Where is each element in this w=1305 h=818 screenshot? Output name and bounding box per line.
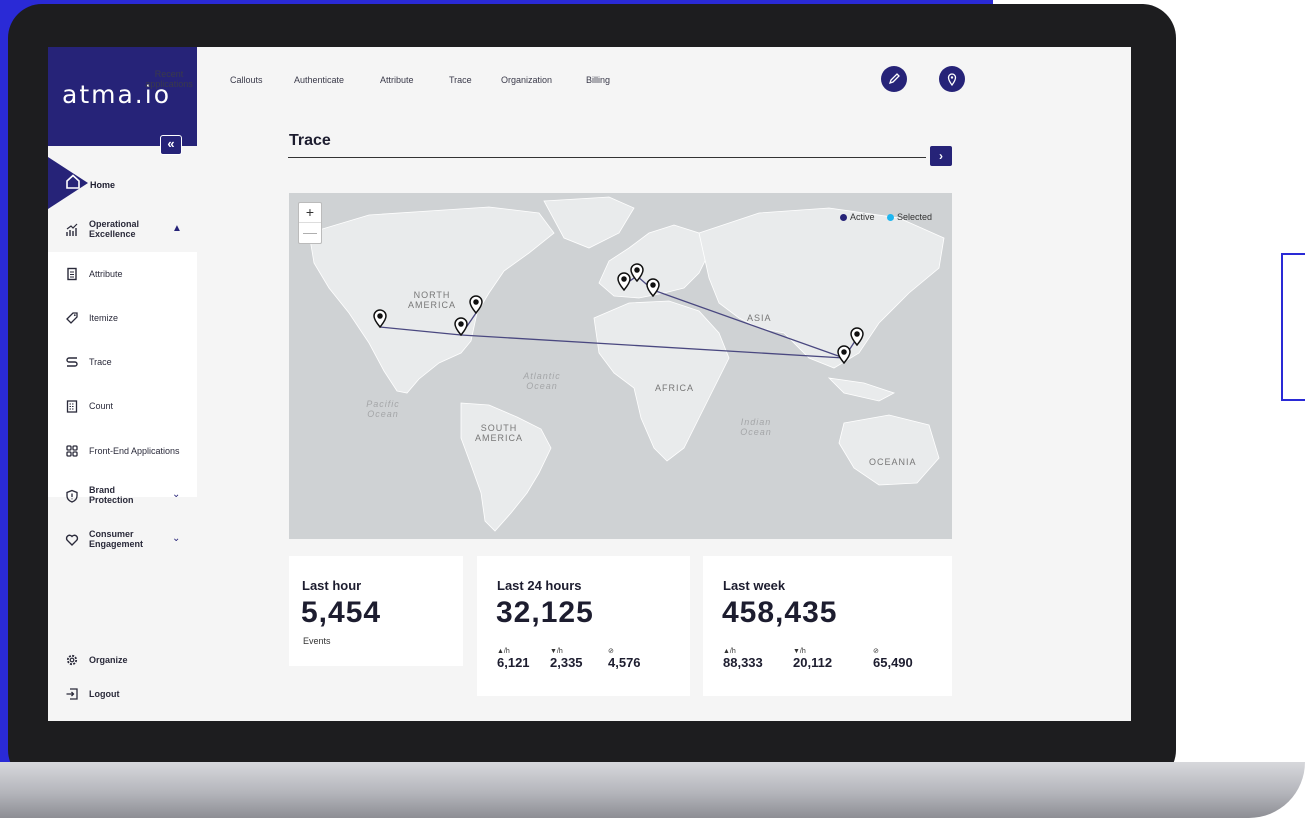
app-screen: atma.io « Home Operational Excellence ▲ … bbox=[48, 47, 1131, 721]
sidebar-item-label: Logout bbox=[89, 689, 120, 699]
topnav-recent-applications[interactable]: Recent applications bbox=[140, 69, 198, 89]
stat-period: Last 24 hours bbox=[497, 578, 582, 593]
world-map bbox=[308, 196, 945, 532]
sidebar-item-attribute[interactable]: Attribute bbox=[48, 263, 197, 285]
down-value: 2,335 bbox=[550, 655, 583, 670]
chevron-down-icon: ⌄ bbox=[172, 533, 181, 544]
logout-icon bbox=[66, 688, 78, 700]
stat-up: ▲/h 88,333 bbox=[723, 648, 763, 670]
edit-button[interactable] bbox=[881, 66, 907, 92]
stat-average: ⊘ 65,490 bbox=[873, 648, 913, 670]
decorative-outline bbox=[1281, 253, 1305, 401]
chart-growth-icon bbox=[66, 223, 78, 236]
next-button[interactable]: › bbox=[930, 146, 952, 166]
title-divider bbox=[288, 157, 926, 158]
chevron-up-icon: ▲ bbox=[172, 223, 182, 234]
sidebar-item-front-end-applications[interactable]: Front-End Applications bbox=[48, 440, 197, 462]
apps-icon bbox=[66, 445, 78, 457]
sidebar-item-itemize[interactable]: Itemize bbox=[48, 307, 197, 329]
stat-period: Last hour bbox=[302, 578, 362, 593]
up-value: 6,121 bbox=[497, 655, 530, 670]
home-icon bbox=[66, 174, 80, 189]
sidebar-item-consumer-engagement[interactable]: Consumer Engagement ⌄ bbox=[48, 529, 197, 551]
label-south-america: SOUTH AMERICA bbox=[474, 423, 523, 443]
map-legend: Active Selected bbox=[830, 212, 932, 222]
stat-card-last-24-hours: Last 24 hours 32,125 ▲/h 6,121 ▼/h 2,335… bbox=[477, 556, 690, 696]
count-icon bbox=[66, 400, 78, 413]
stat-down: ▼/h 2,335 bbox=[550, 648, 583, 670]
brand-header: atma.io bbox=[48, 47, 197, 146]
topnav-trace[interactable]: Trace bbox=[449, 75, 472, 85]
topnav-attribute[interactable]: Attribute bbox=[380, 75, 414, 85]
tag-icon bbox=[66, 312, 78, 324]
selected-dot-icon bbox=[886, 214, 894, 222]
trace-icon bbox=[66, 357, 78, 367]
zoom-in-button[interactable]: + bbox=[299, 203, 321, 222]
stat-unit: Events bbox=[303, 636, 331, 646]
chevron-down-icon: ⌄ bbox=[172, 489, 181, 500]
stat-value: 458,435 bbox=[722, 596, 838, 629]
down-value: 20,112 bbox=[793, 655, 833, 670]
sidebar-item-trace[interactable]: Trace bbox=[48, 351, 197, 373]
zoom-control: + — bbox=[298, 202, 322, 244]
label-north-america: NORTH AMERICA bbox=[407, 290, 456, 310]
stat-card-last-hour: Last hour 5,454 Events bbox=[289, 556, 463, 666]
sidebar: atma.io « Home Operational Excellence ▲ … bbox=[48, 47, 197, 721]
topnav-authenticate[interactable]: Authenticate bbox=[294, 75, 344, 85]
sidebar-item-label: Attribute bbox=[89, 269, 123, 279]
sidebar-item-label: Front-End Applications bbox=[89, 446, 180, 456]
trace-map[interactable]: + — Active Selected NORTH AMERICA SOUTH … bbox=[289, 193, 952, 539]
label-indian-ocean: Indian Ocean bbox=[740, 417, 772, 437]
collapse-sidebar-button[interactable]: « bbox=[160, 135, 182, 155]
average-value: 4,576 bbox=[608, 655, 641, 670]
sidebar-item-operational-excellence[interactable]: Operational Excellence ▲ bbox=[48, 219, 197, 241]
stat-card-last-week: Last week 458,435 ▲/h 88,333 ▼/h 20,112 … bbox=[703, 556, 952, 696]
stat-up: ▲/h 6,121 bbox=[497, 648, 530, 670]
sidebar-item-label: Count bbox=[89, 401, 114, 411]
map-pin-icon bbox=[947, 73, 957, 86]
sidebar-item-label: Trace bbox=[89, 357, 112, 367]
sidebar-item-logout[interactable]: Logout bbox=[48, 683, 197, 705]
stat-value: 32,125 bbox=[496, 596, 594, 629]
topnav-organization[interactable]: Organization bbox=[501, 75, 552, 85]
up-value: 88,333 bbox=[723, 655, 763, 670]
label-atlantic-ocean: Atlantic Ocean bbox=[523, 371, 561, 391]
active-dot-icon bbox=[839, 214, 847, 222]
heart-icon bbox=[65, 534, 79, 546]
zoom-out-button[interactable]: — bbox=[299, 222, 321, 242]
label-asia: ASIA bbox=[747, 313, 772, 323]
pencil-icon bbox=[888, 73, 900, 85]
label-africa: AFRICA bbox=[655, 383, 695, 393]
location-button[interactable] bbox=[939, 66, 965, 92]
shield-icon bbox=[66, 489, 78, 503]
sidebar-item-label: Consumer Engagement bbox=[89, 529, 144, 549]
attribute-icon bbox=[67, 267, 77, 281]
topnav-billing[interactable]: Billing bbox=[586, 75, 610, 85]
gear-icon bbox=[66, 654, 78, 666]
stat-average: ⊘ 4,576 bbox=[608, 648, 641, 670]
label-pacific-ocean: Pacific Ocean bbox=[366, 399, 400, 419]
stat-down: ▼/h 20,112 bbox=[793, 648, 832, 670]
stat-period: Last week bbox=[723, 578, 786, 593]
topnav-callouts[interactable]: Callouts bbox=[230, 75, 263, 85]
sidebar-item-label: Brand Protection bbox=[89, 485, 134, 505]
laptop-base bbox=[0, 762, 1305, 818]
legend-selected: Selected bbox=[896, 212, 932, 222]
sidebar-item-count[interactable]: Count bbox=[48, 395, 197, 417]
sidebar-item-brand-protection[interactable]: Brand Protection ⌄ bbox=[48, 485, 197, 507]
average-value: 65,490 bbox=[873, 655, 913, 670]
legend-active: Active bbox=[849, 212, 875, 222]
page-title: Trace bbox=[289, 132, 331, 149]
sidebar-item-label: Organize bbox=[89, 655, 128, 665]
sidebar-item-label: Operational Excellence bbox=[89, 219, 140, 239]
sidebar-item-label: Itemize bbox=[89, 313, 119, 323]
stat-value: 5,454 bbox=[301, 596, 382, 629]
sidebar-item-label: Home bbox=[90, 180, 116, 190]
label-oceania: OCEANIA bbox=[869, 457, 917, 467]
sidebar-item-organize[interactable]: Organize bbox=[48, 649, 197, 671]
